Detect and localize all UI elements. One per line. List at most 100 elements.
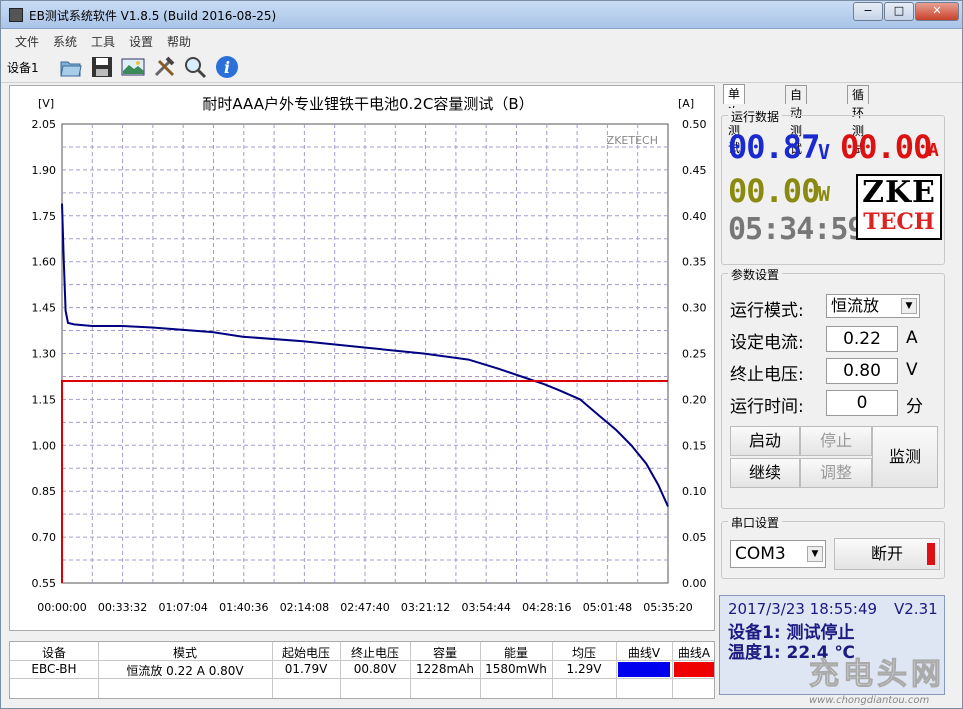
cutoff-voltage-unit: V: [906, 360, 918, 380]
x-tick-label: 05:01:48: [583, 601, 632, 614]
current-readout: 00.00: [840, 128, 932, 166]
discharge-chart: 耐时AAA户外专业锂铁干电池0.2C容量测试（B） [V] [A] 2.05 1.…: [9, 85, 715, 631]
site-watermark: 充电头网 www.chongdiantou.com: [809, 649, 959, 707]
chart-watermark: ZKETECH: [607, 134, 658, 147]
col-start-voltage: 起始电压: [281, 646, 330, 660]
info-icon[interactable]: i: [215, 55, 239, 79]
power-unit: W: [818, 182, 830, 206]
run-data-group: 运行数据 00.87 V 00.00 A 00.00 W 05:34:59 ZK…: [721, 108, 945, 265]
col-mode: 模式: [172, 646, 197, 660]
tab-cycle-test[interactable]: 循环测试: [847, 85, 870, 156]
current-unit: A: [928, 140, 939, 161]
chevron-down-icon[interactable]: ▼: [901, 298, 917, 314]
cutoff-voltage-input[interactable]: 0.80: [826, 358, 898, 384]
app-window: EB测试系统软件 V1.8.5 (Build 2016-08-25) − □ ✕…: [0, 0, 963, 709]
menu-help[interactable]: 帮助: [167, 33, 191, 50]
x-tick-label: 01:07:04: [158, 601, 207, 614]
minimize-button[interactable]: −: [853, 2, 883, 21]
col-curve-v: 曲线V: [627, 646, 661, 660]
cell-energy: 1580mWh: [485, 662, 547, 676]
open-folder-icon[interactable]: [59, 55, 83, 79]
y-right-tick-label: 0.05: [682, 531, 707, 544]
y-right-tick-label: 0.30: [682, 302, 707, 315]
cell-device: EBC-BH: [31, 662, 77, 676]
status-version: V2.31: [894, 600, 938, 618]
title-bar: EB测试系统软件 V1.8.5 (Build 2016-08-25) − □ ✕: [1, 1, 962, 29]
watermark-url: www.chongdiantou.com: [809, 695, 930, 706]
y-left-tick-label: 2.05: [32, 118, 57, 131]
svg-text:i: i: [224, 58, 230, 77]
y-right-tick-label: 0.45: [682, 164, 707, 177]
x-tick-label: 02:47:40: [340, 601, 389, 614]
chart-svg: 耐时AAA户外专业锂铁干电池0.2C容量测试（B） [V] [A] 2.05 1.…: [32, 95, 707, 614]
x-tick-label: 00:00:00: [37, 601, 86, 614]
curve-v-swatch[interactable]: [618, 662, 670, 677]
current-setting-label: 设定电流:: [730, 333, 804, 353]
status-datetime: 2017/3/23 18:55:49: [728, 600, 878, 618]
logo-zke: ZKE: [862, 175, 936, 210]
chart-image-icon[interactable]: [121, 55, 145, 79]
mode-select-value: 恒流放: [831, 296, 880, 315]
save-icon[interactable]: [90, 55, 114, 79]
stop-button[interactable]: 停止: [800, 426, 872, 456]
curve-a-swatch[interactable]: [674, 662, 714, 677]
x-tick-label: 03:54:44: [461, 601, 510, 614]
x-tick-label: 00:33:32: [98, 601, 147, 614]
y-left-tick-label: 1.45: [32, 302, 57, 315]
x-tick-label: 03:21:12: [401, 601, 450, 614]
serial-label: 串口设置: [728, 514, 783, 531]
menu-bar: 文件 系统 工具 设置 帮助: [1, 30, 962, 50]
mode-select[interactable]: 恒流放 ▼: [826, 294, 920, 318]
run-data-label: 运行数据: [728, 108, 783, 125]
results-table: 设备 模式 起始电压 终止电压 容量 能量 均压 曲线V 曲线A EBC-BH …: [9, 641, 715, 699]
left-axis-unit: [V]: [38, 97, 54, 110]
col-avg-voltage: 均压: [571, 646, 596, 660]
runtime-input[interactable]: 0: [826, 390, 898, 416]
toolbar: 设备1 i: [1, 51, 962, 83]
search-icon[interactable]: [183, 55, 207, 79]
power-readout: 00.00: [728, 172, 820, 210]
cell-mode: 恒流放 0.22 A 0.80V: [126, 664, 244, 678]
menu-settings[interactable]: 设置: [129, 33, 153, 50]
connection-indicator: [927, 543, 935, 565]
maximize-button[interactable]: □: [884, 2, 914, 21]
tab-auto-test[interactable]: 自动测试: [785, 85, 808, 156]
menu-system[interactable]: 系统: [53, 33, 77, 50]
menu-tools[interactable]: 工具: [91, 33, 115, 50]
disconnect-label: 断开: [870, 544, 903, 563]
params-group: 参数设置 运行模式: 恒流放 ▼ 设定电流: 0.22 A 终止电压: 0.80…: [721, 266, 945, 509]
voltage-unit: V: [818, 140, 830, 164]
col-end-voltage: 终止电压: [350, 646, 399, 660]
continue-button[interactable]: 继续: [730, 458, 800, 488]
window-title: EB测试系统软件 V1.8.5 (Build 2016-08-25): [29, 9, 277, 23]
disconnect-button[interactable]: 断开: [834, 538, 940, 570]
x-tick-label: 05:35:20: [643, 601, 692, 614]
cutoff-voltage-label: 终止电压:: [730, 365, 804, 385]
device-tab[interactable]: 设备1: [7, 59, 39, 76]
tools-icon[interactable]: [153, 55, 177, 79]
menu-file[interactable]: 文件: [15, 33, 39, 50]
adjust-button[interactable]: 调整: [800, 458, 872, 488]
y-right-tick-label: 0.10: [682, 485, 707, 498]
start-button[interactable]: 启动: [730, 426, 800, 456]
y-left-tick-label: 1.75: [32, 210, 57, 223]
chevron-down-icon[interactable]: ▼: [807, 546, 823, 562]
col-device: 设备: [41, 646, 66, 660]
watermark-text: 充电头网: [809, 657, 945, 693]
com-port-select[interactable]: COM3 ▼: [730, 540, 826, 568]
y-right-tick-label: 0.40: [682, 210, 707, 223]
y-right-tick-label: 0.20: [682, 393, 707, 406]
current-setting-input[interactable]: 0.22: [826, 326, 898, 352]
close-button[interactable]: ✕: [915, 2, 959, 21]
y-left-tick-label: 1.90: [32, 164, 57, 177]
tab-single-test[interactable]: 单次测试: [723, 84, 746, 155]
y-left-tick-label: 0.55: [32, 577, 57, 590]
monitor-button[interactable]: 监测: [872, 426, 938, 488]
chart-title: 耐时AAA户外专业锂铁干电池0.2C容量测试（B）: [202, 95, 533, 113]
com-port-value: COM3: [735, 544, 786, 564]
y-left-tick-label: 1.15: [32, 393, 57, 406]
y-left-tick-label: 0.70: [32, 531, 57, 544]
col-capacity: 容量: [432, 646, 457, 660]
y-left-tick-label: 0.85: [32, 485, 57, 498]
logo-tech: TECH: [863, 209, 935, 235]
